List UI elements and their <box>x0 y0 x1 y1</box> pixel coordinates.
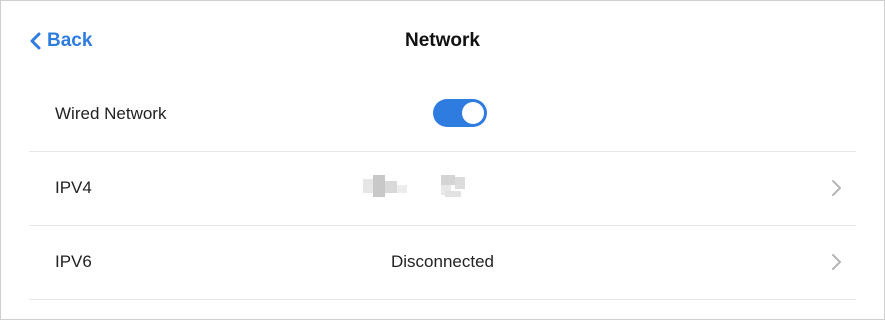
ipv4-value-redacted <box>363 173 483 203</box>
wired-network-label: Wired Network <box>55 104 167 123</box>
toggle-knob <box>462 102 484 124</box>
network-settings-screen: Back Network Wired Network IPV4 IPV6 Dis… <box>0 0 885 320</box>
ipv4-label: IPV4 <box>55 178 92 197</box>
page-title: Network <box>405 30 480 51</box>
row-wired-network: Wired Network <box>29 77 856 152</box>
wired-network-toggle[interactable] <box>433 99 487 127</box>
header: Back Network <box>1 1 884 77</box>
chevron-right-icon <box>832 180 841 196</box>
row-ipv4[interactable]: IPV4 <box>29 151 856 226</box>
ipv6-status: Disconnected <box>390 252 494 271</box>
chevron-right-icon <box>832 254 841 270</box>
row-ipv6[interactable]: IPV6 Disconnected <box>29 225 856 300</box>
